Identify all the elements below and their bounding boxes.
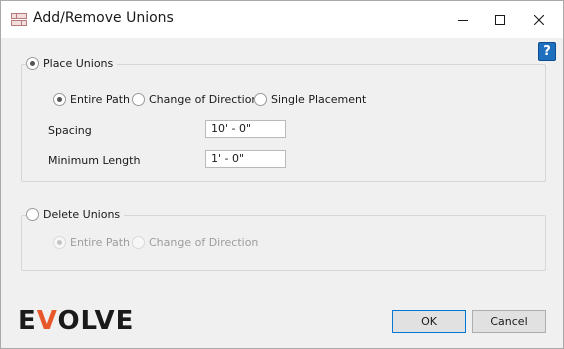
evolve-logo: EVOLVE — [18, 307, 134, 335]
maximize-icon — [495, 14, 505, 25]
place-entire-path-radio[interactable]: Entire Path — [53, 93, 135, 106]
place-unions-radio[interactable]: Place Unions — [26, 57, 118, 70]
radio-button[interactable] — [132, 93, 145, 106]
spacing-input[interactable]: 10' - 0" — [205, 120, 286, 138]
window-title: Add/Remove Unions — [33, 10, 174, 26]
radio-label: Entire Path — [70, 93, 131, 106]
radio-button[interactable] — [53, 93, 66, 106]
logo-text: OLVE — [57, 306, 135, 336]
delete-change-of-direction-radio: Change of Direction — [132, 236, 263, 249]
place-single-placement-radio[interactable]: Single Placement — [254, 93, 371, 106]
ok-button[interactable]: OK — [392, 310, 466, 333]
delete-unions-label: Delete Unions — [43, 208, 121, 221]
logo-text: E — [18, 306, 37, 336]
radio-label: Entire Path — [70, 236, 131, 249]
dialog-window: Add/Remove Unions ? Place Unions Entire … — [0, 0, 564, 349]
radio-button — [53, 236, 66, 249]
spacing-label: Spacing — [48, 124, 92, 137]
place-change-of-direction-radio[interactable]: Change of Direction — [132, 93, 263, 106]
app-icon — [11, 13, 27, 27]
maximize-button[interactable] — [481, 1, 519, 38]
radio-label: Change of Direction — [149, 236, 259, 249]
radio-button[interactable] — [254, 93, 267, 106]
minimize-icon — [458, 15, 468, 25]
title-bar[interactable]: Add/Remove Unions — [1, 1, 563, 38]
logo-accent: V — [36, 306, 58, 336]
delete-entire-path-radio: Entire Path — [53, 236, 135, 249]
radio-label: Single Placement — [271, 93, 367, 106]
minimize-button[interactable] — [444, 1, 482, 38]
cancel-button[interactable]: Cancel — [472, 310, 546, 333]
radio-button[interactable] — [26, 57, 39, 70]
close-icon — [534, 14, 544, 25]
help-icon[interactable]: ? — [538, 42, 556, 61]
close-button[interactable] — [520, 1, 558, 38]
place-unions-label: Place Unions — [43, 57, 114, 70]
minimum-length-input[interactable]: 1' - 0" — [205, 150, 286, 168]
minimum-length-label: Minimum Length — [48, 154, 141, 167]
radio-label: Change of Direction — [149, 93, 259, 106]
delete-unions-radio[interactable]: Delete Unions — [26, 208, 125, 221]
radio-button — [132, 236, 145, 249]
radio-button[interactable] — [26, 208, 39, 221]
